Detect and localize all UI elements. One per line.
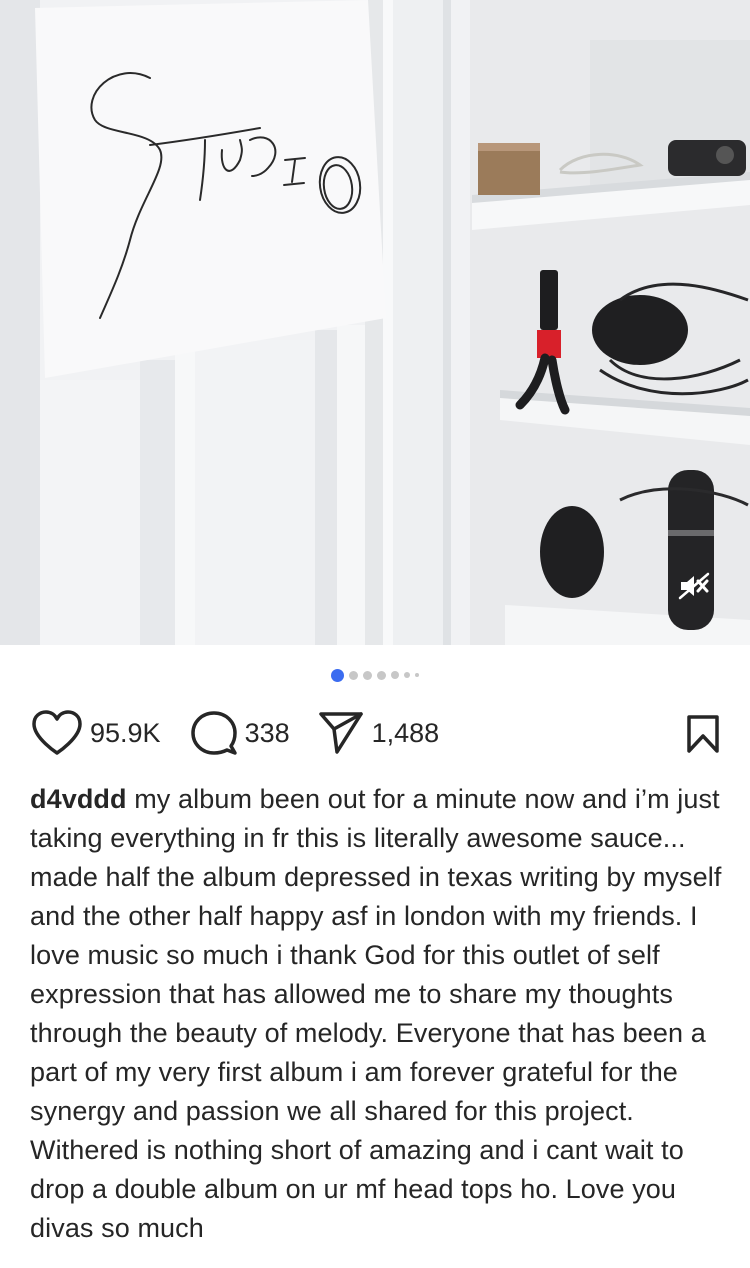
paper-plane-icon[interactable] — [318, 710, 364, 756]
mute-toggle-button[interactable] — [669, 566, 719, 606]
carousel-dot — [415, 673, 419, 677]
save-button[interactable] — [686, 714, 720, 759]
carousel-dot — [404, 672, 410, 678]
caption-username[interactable]: d4vddd — [30, 784, 127, 814]
share-action: 1,488 — [318, 708, 440, 758]
comment-count[interactable]: 338 — [245, 718, 290, 749]
bookmark-icon — [687, 715, 719, 753]
post-media-image[interactable] — [0, 0, 750, 645]
carousel-indicator — [0, 665, 750, 685]
studio-photo — [0, 0, 750, 645]
comment-bubble-icon[interactable] — [190, 710, 237, 756]
carousel-dot — [363, 670, 372, 680]
speaker-muted-icon — [678, 572, 710, 600]
like-action: 95.9K — [30, 708, 191, 758]
share-count[interactable]: 1,488 — [372, 718, 440, 749]
carousel-dot — [349, 670, 358, 680]
comment-action: 338 — [190, 708, 318, 758]
post-actions-bar: 95.9K 338 1,488 — [30, 708, 720, 758]
heart-icon[interactable] — [30, 709, 84, 757]
carousel-dot — [391, 671, 399, 679]
like-count[interactable]: 95.9K — [90, 718, 161, 749]
carousel-dot — [331, 668, 344, 682]
post-caption: d4vddd my album been out for a minute no… — [30, 780, 730, 1268]
carousel-dot — [377, 670, 386, 680]
caption-text: my album been out for a minute now and i… — [30, 784, 722, 1243]
